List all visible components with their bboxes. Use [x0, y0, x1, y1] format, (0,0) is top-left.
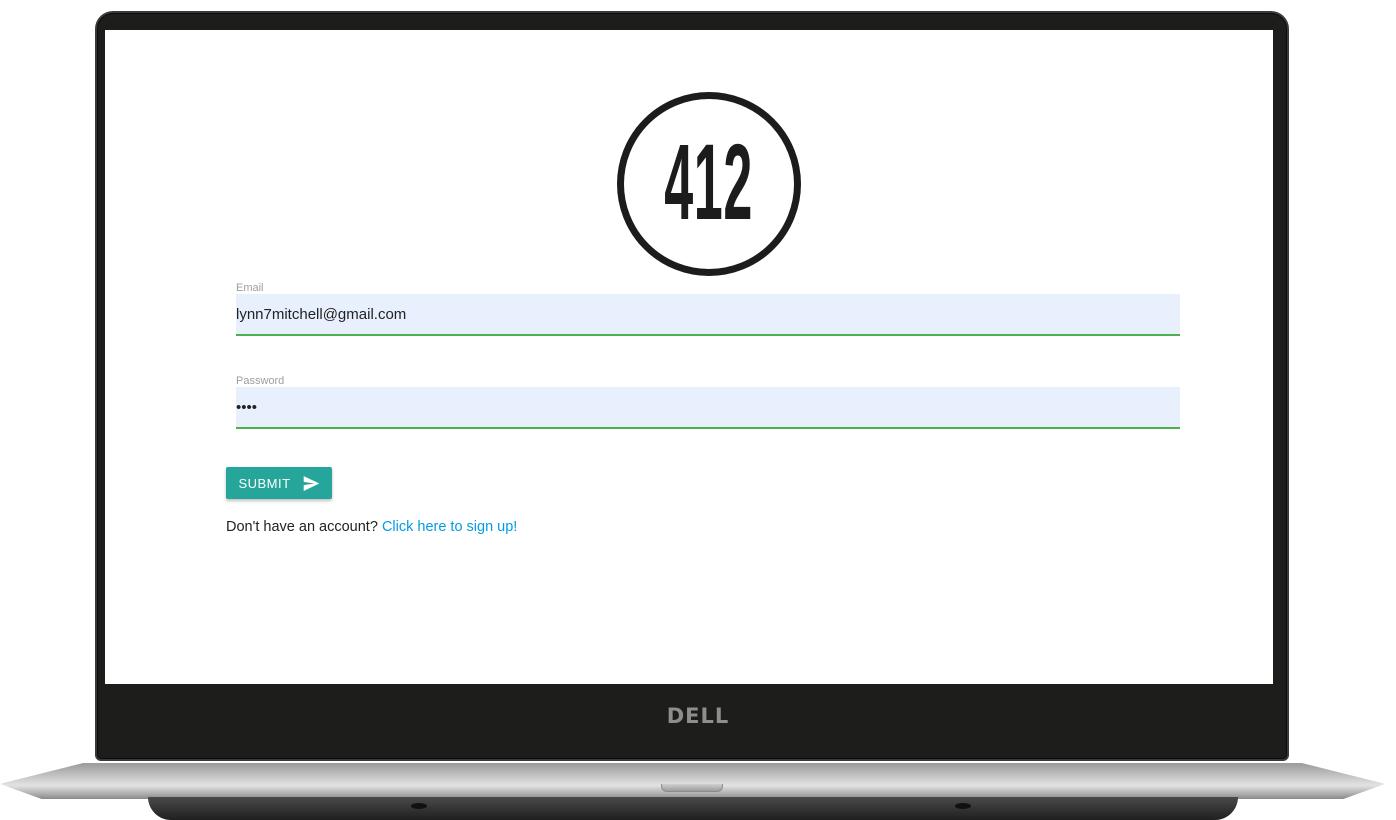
password-field-group: Password: [236, 375, 1180, 429]
laptop-foot: [411, 803, 427, 809]
signup-prompt: Don't have an account? Click here to sig…: [226, 519, 517, 535]
laptop-foot: [955, 803, 971, 809]
send-icon: [303, 475, 320, 491]
submit-button[interactable]: SUBMIT: [226, 467, 332, 499]
signup-prompt-text: Don't have an account?: [226, 519, 382, 535]
email-field[interactable]: [236, 294, 1180, 336]
email-label: Email: [236, 282, 264, 294]
signup-link[interactable]: Click here to sign up!: [382, 519, 517, 535]
logo-text: 412: [664, 121, 754, 242]
laptop-base: [0, 763, 1385, 799]
submit-label: SUBMIT: [238, 475, 291, 491]
laptop-mockup: 412 Email Password SUBMIT Don't have an …: [0, 0, 1396, 820]
lid-notch: [661, 784, 723, 792]
dell-logo: DELL: [666, 704, 730, 728]
logo-412: 412: [617, 92, 801, 276]
password-label: Password: [236, 375, 285, 387]
laptop-base-underside: [148, 797, 1238, 820]
password-field[interactable]: [236, 387, 1180, 429]
laptop-screen: 412 Email Password SUBMIT Don't have an …: [105, 30, 1273, 684]
email-field-group: Email: [236, 282, 1180, 336]
